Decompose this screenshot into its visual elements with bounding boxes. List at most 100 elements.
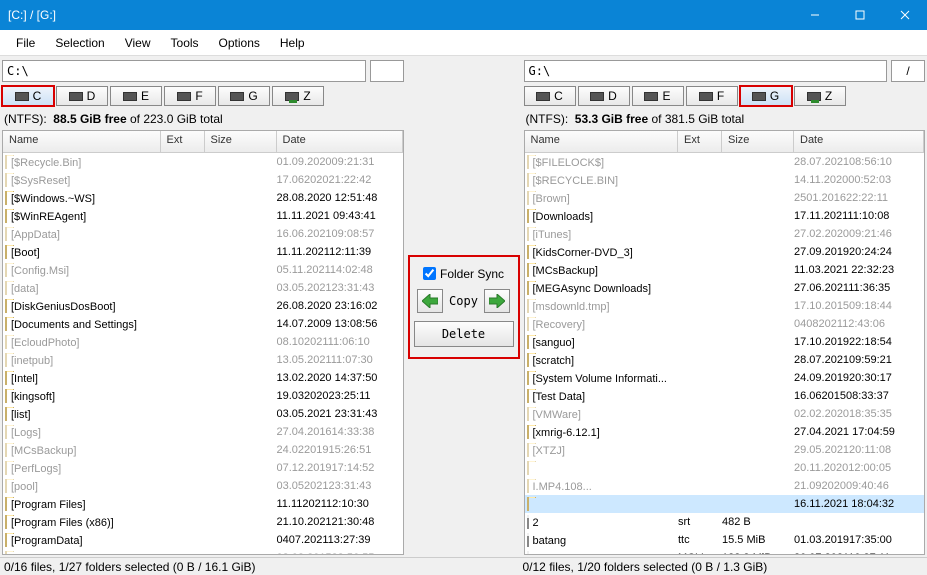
list-item[interactable]: [Brown]2501.201622:22:11 [525,189,925,207]
right-path-ext[interactable] [891,60,925,82]
list-item[interactable]: [$Windows.~WS]28.08.2020 12:51:48 [3,189,403,207]
list-item[interactable]: [Downloads]17.11.202111:10:08 [525,207,925,225]
list-item[interactable]: [Documents and Settings]14.07.2009 13:08… [3,315,403,333]
list-item[interactable]: [$SysReset]17.06202021:22:42 [3,171,403,189]
col-size[interactable]: Size [205,131,277,152]
list-item[interactable]: I.MP4.108...21.09202009:40:46 [525,477,925,495]
drive-button-c[interactable]: C [524,86,576,106]
menu-file[interactable]: File [6,33,45,53]
menu-options[interactable]: Options [209,33,270,53]
col-ext[interactable]: Ext [678,131,722,152]
list-item[interactable]: [Intel]13.02.2020 14:37:50 [3,369,403,387]
left-path-ext[interactable] [370,60,404,82]
list-item[interactable]: [pool]03.05202123:31:43 [3,477,403,495]
list-item[interactable]: [PerfLogs]07.12.201917:14:52 [3,459,403,477]
drive-button-f[interactable]: F [686,86,738,106]
list-item[interactable]: batangttc15.5 MiB01.03.201917:35:00 [525,531,925,549]
left-path-input[interactable] [2,60,366,82]
drive-button-f[interactable]: F [164,86,216,106]
drive-icon [807,92,821,101]
right-path-input[interactable] [524,60,888,82]
list-item[interactable]: [EcloudPhoto]08.10202111:06:10 [3,333,403,351]
sync-box: Folder Sync Copy Delete [408,255,520,359]
list-item[interactable]: [Program Files (x86)]21.10.202121:30:48 [3,513,403,531]
drive-button-z[interactable]: Z [794,86,846,106]
close-button[interactable] [882,0,927,30]
folder-icon [527,371,529,385]
delete-button[interactable]: Delete [414,321,514,347]
list-item[interactable]: [MCsBackup]11.03.2021 22:32:23 [525,261,925,279]
folder-icon [5,407,7,421]
drive-button-d[interactable]: D [578,86,630,106]
right-rows[interactable]: [$FILELOCK$]28.07.202108:56:10[$RECYCLE.… [525,153,925,554]
folder-sync-input[interactable] [423,267,436,280]
list-item[interactable]: 2srt482 B [525,513,925,531]
drive-button-d[interactable]: D [56,86,108,106]
list-item[interactable]: [MEGAsync Downloads]27.06.202111:36:35 [525,279,925,297]
folder-icon [5,497,7,511]
list-item[interactable]: [msdownld.tmp]17.10.201509:18:44 [525,297,925,315]
list-item[interactable]: [Test Data]16.06201508:33:37 [525,387,925,405]
copy-left-button[interactable] [417,289,443,313]
folder-icon [5,371,7,385]
drive-button-e[interactable]: E [632,86,684,106]
folder-icon [5,353,7,367]
list-item[interactable]: [ProgramData]0407.202113:27:39 [3,531,403,549]
list-item[interactable]: [Program Files]11.11202112:10:30 [3,495,403,513]
folder-icon [5,461,7,475]
menubar: File Selection View Tools Options Help [0,30,927,56]
list-item[interactable]: [Logs]27.04.201614:33:38 [3,423,403,441]
list-item[interactable]: [$Recycle.Bin]01.09.202009:21:31 [3,153,403,171]
drive-button-c[interactable]: C [2,86,54,106]
col-name[interactable]: Name [3,131,161,152]
folder-icon [527,443,529,457]
list-item[interactable]: [iTunes]27.02.202009:21:46 [525,225,925,243]
list-item[interactable]: [kingsoft]19.03202023:25:11 [3,387,403,405]
list-item[interactable]: [Recovery]0408202112:43:06 [525,315,925,333]
minimize-button[interactable] [792,0,837,30]
col-size[interactable]: Size [722,131,794,152]
list-item[interactable]: [$WinREAgent]11.11.2021 09:43:41 [3,207,403,225]
drive-button-g[interactable]: G [740,86,792,106]
col-ext[interactable]: Ext [161,131,205,152]
file-icon [527,551,529,554]
list-item[interactable]: [QMDownload]08.08.201523:56:55 [3,549,403,554]
list-item[interactable]: [xmrig-6.12.1]27.04.2021 17:04:59 [525,423,925,441]
list-item[interactable]: [scratch]28.07.202109:59:21 [525,351,925,369]
list-item[interactable]: [Boot]11.11.202112:11:39 [3,243,403,261]
list-item[interactable]: [AppData]16.06.202109:08:57 [3,225,403,243]
folder-sync-checkbox[interactable]: Folder Sync [423,267,504,281]
list-item[interactable]: [Config.Msi]05.11.202114:02:48 [3,261,403,279]
list-item[interactable]: [VMWare]02.02.202018:35:35 [525,405,925,423]
menu-view[interactable]: View [115,33,161,53]
list-item[interactable]: IMG_4010MOV188.8 MiB30.07.202110:37:11 [525,549,925,554]
copy-right-button[interactable] [484,289,510,313]
list-item[interactable]: [inetpub]13.05.202111:07:30 [3,351,403,369]
drive-icon [590,92,604,101]
drive-button-g[interactable]: G [218,86,270,106]
col-date[interactable]: Date [277,131,403,152]
list-item[interactable]: [sanguo]17.10.201922:18:54 [525,333,925,351]
folder-icon [5,299,7,313]
col-date[interactable]: Date [794,131,924,152]
list-item[interactable]: [$FILELOCK$]28.07.202108:56:10 [525,153,925,171]
menu-selection[interactable]: Selection [45,33,114,53]
list-item[interactable]: [DiskGeniusDosBoot]26.08.2020 23:16:02 [3,297,403,315]
arrow-right-icon [489,294,505,308]
list-item[interactable]: 20.11.202012:00:05 [525,459,925,477]
list-item[interactable]: [System Volume Informati...24.09.201920:… [525,369,925,387]
list-item[interactable]: [$RECYCLE.BIN]14.11.202000:52:03 [525,171,925,189]
list-item[interactable]: [data]03.05.202123:31:43 [3,279,403,297]
menu-tools[interactable]: Tools [161,33,209,53]
maximize-button[interactable] [837,0,882,30]
left-rows[interactable]: [$Recycle.Bin]01.09.202009:21:31[$SysRes… [3,153,403,554]
list-item[interactable]: 16.11.2021 18:04:32 [525,495,925,513]
list-item[interactable]: [KidsCorner-DVD_3]27.09.201920:24:24 [525,243,925,261]
list-item[interactable]: [MCsBackup]24.02201915:26:51 [3,441,403,459]
menu-help[interactable]: Help [270,33,315,53]
list-item[interactable]: [list]03.05.2021 23:31:43 [3,405,403,423]
drive-button-e[interactable]: E [110,86,162,106]
drive-button-z[interactable]: Z [272,86,324,106]
list-item[interactable]: [XTZJ]29.05.202120:11:08 [525,441,925,459]
col-name[interactable]: Name [525,131,679,152]
